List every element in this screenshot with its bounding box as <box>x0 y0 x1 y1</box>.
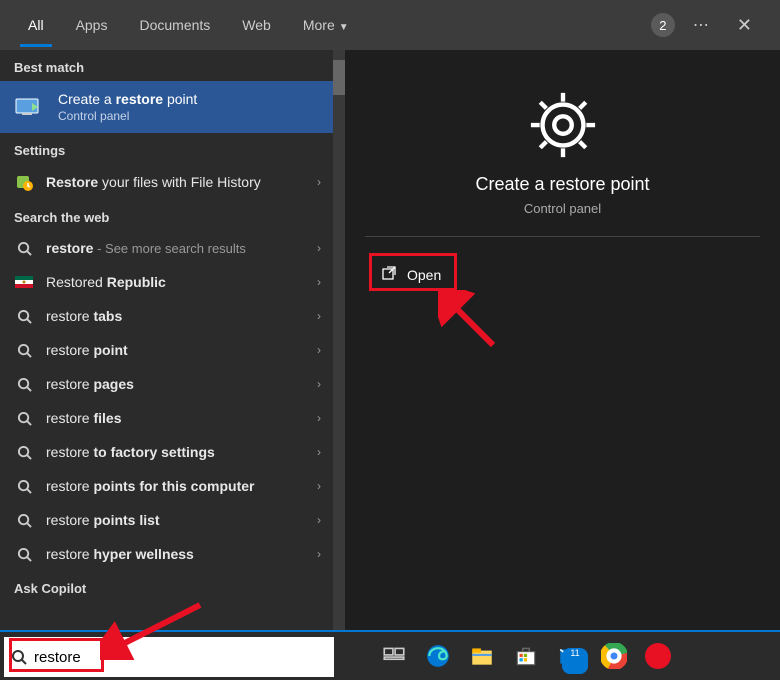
chevron-right-icon: › <box>317 445 321 459</box>
divider <box>365 236 760 237</box>
search-icon <box>14 241 34 256</box>
app-icon[interactable] <box>638 636 678 676</box>
best-match-text: Create a restore point Control panel <box>58 91 197 123</box>
web-result-label: restore point <box>46 342 317 358</box>
web-result-label: restore pages <box>46 376 317 392</box>
mail-icon[interactable]: 11 <box>550 636 590 676</box>
mail-badge: 11 <box>562 648 588 674</box>
taskbar: 11 <box>0 630 780 680</box>
edge-icon[interactable] <box>418 636 458 676</box>
open-icon <box>381 265 397 284</box>
chrome-icon[interactable] <box>594 636 634 676</box>
web-result-2[interactable]: restore tabs› <box>0 299 345 333</box>
close-button[interactable]: ✕ <box>729 11 760 40</box>
tab-web[interactable]: Web <box>226 3 287 47</box>
tabs: All Apps Documents Web More▼ <box>12 3 651 47</box>
taskbar-icons: 11 <box>374 636 678 676</box>
chevron-right-icon: › <box>317 411 321 425</box>
content: Best match Create a restore point Contro… <box>0 50 780 630</box>
scrollbar[interactable] <box>333 50 345 630</box>
results-panel: Best match Create a restore point Contro… <box>0 50 345 630</box>
search-icon <box>14 343 34 358</box>
preview-panel: Create a restore point Control panel Ope… <box>345 50 780 630</box>
file-history-icon <box>14 173 34 191</box>
web-result-1[interactable]: Restored Republic› <box>0 265 345 299</box>
chevron-down-icon: ▼ <box>339 22 349 33</box>
search-icon <box>14 513 34 528</box>
chevron-right-icon: › <box>317 343 321 357</box>
web-result-7[interactable]: restore points for this computer› <box>0 469 345 503</box>
chevron-right-icon: › <box>317 275 321 289</box>
open-label: Open <box>407 267 441 283</box>
notification-badge[interactable]: 2 <box>651 13 675 37</box>
web-result-label: restore hyper wellness <box>46 546 317 562</box>
section-search-web: Search the web <box>0 200 345 231</box>
flag-icon <box>14 276 34 288</box>
file-explorer-icon[interactable] <box>462 636 502 676</box>
scrollbar-thumb[interactable] <box>333 60 345 95</box>
best-match-item[interactable]: Create a restore point Control panel <box>0 81 345 133</box>
search-icon <box>14 309 34 324</box>
open-button[interactable]: Open <box>365 255 457 294</box>
web-result-6[interactable]: restore to factory settings› <box>0 435 345 469</box>
web-result-4[interactable]: restore pages› <box>0 367 345 401</box>
chevron-right-icon: › <box>317 513 321 527</box>
settings-item-file-history[interactable]: Restore your files with File History › <box>0 164 345 200</box>
search-icon <box>14 411 34 426</box>
search-icon <box>14 377 34 392</box>
web-result-0[interactable]: restore - See more search results› <box>0 231 345 265</box>
search-box[interactable] <box>4 637 334 677</box>
chevron-right-icon: › <box>317 241 321 255</box>
search-input[interactable] <box>34 637 334 677</box>
web-result-9[interactable]: restore hyper wellness› <box>0 537 345 571</box>
web-result-8[interactable]: restore points list› <box>0 503 345 537</box>
section-ask-copilot: Ask Copilot <box>0 571 345 602</box>
section-settings: Settings <box>0 133 345 164</box>
search-icon <box>4 649 34 665</box>
tab-more[interactable]: More▼ <box>287 3 365 47</box>
web-result-label: restore tabs <box>46 308 317 324</box>
chevron-right-icon: › <box>317 479 321 493</box>
search-icon <box>14 547 34 562</box>
web-result-label: Restored Republic <box>46 274 317 290</box>
chevron-right-icon: › <box>317 175 321 189</box>
search-icon <box>14 479 34 494</box>
section-best-match: Best match <box>0 50 345 81</box>
web-result-5[interactable]: restore files› <box>0 401 345 435</box>
tab-all[interactable]: All <box>12 3 60 47</box>
web-result-label: restore - See more search results <box>46 240 317 256</box>
store-icon[interactable] <box>506 636 546 676</box>
search-icon <box>14 445 34 460</box>
header: All Apps Documents Web More▼ 2 ⋯ ✕ <box>0 0 780 50</box>
monitor-icon <box>14 95 46 119</box>
header-actions: 2 ⋯ ✕ <box>651 11 768 40</box>
preview-subtitle: Control panel <box>365 201 760 216</box>
web-result-label: restore to factory settings <box>46 444 317 460</box>
task-view-icon[interactable] <box>374 636 414 676</box>
web-result-3[interactable]: restore point› <box>0 333 345 367</box>
web-result-label: restore files <box>46 410 317 426</box>
chevron-right-icon: › <box>317 309 321 323</box>
web-result-label: restore points for this computer <box>46 478 317 494</box>
tab-apps[interactable]: Apps <box>60 3 124 47</box>
preview-title: Create a restore point <box>365 174 760 195</box>
web-result-label: restore points list <box>46 512 317 528</box>
more-options-icon[interactable]: ⋯ <box>693 15 711 35</box>
chevron-right-icon: › <box>317 547 321 561</box>
tab-documents[interactable]: Documents <box>123 3 226 47</box>
chevron-right-icon: › <box>317 377 321 391</box>
gear-icon <box>365 90 760 160</box>
